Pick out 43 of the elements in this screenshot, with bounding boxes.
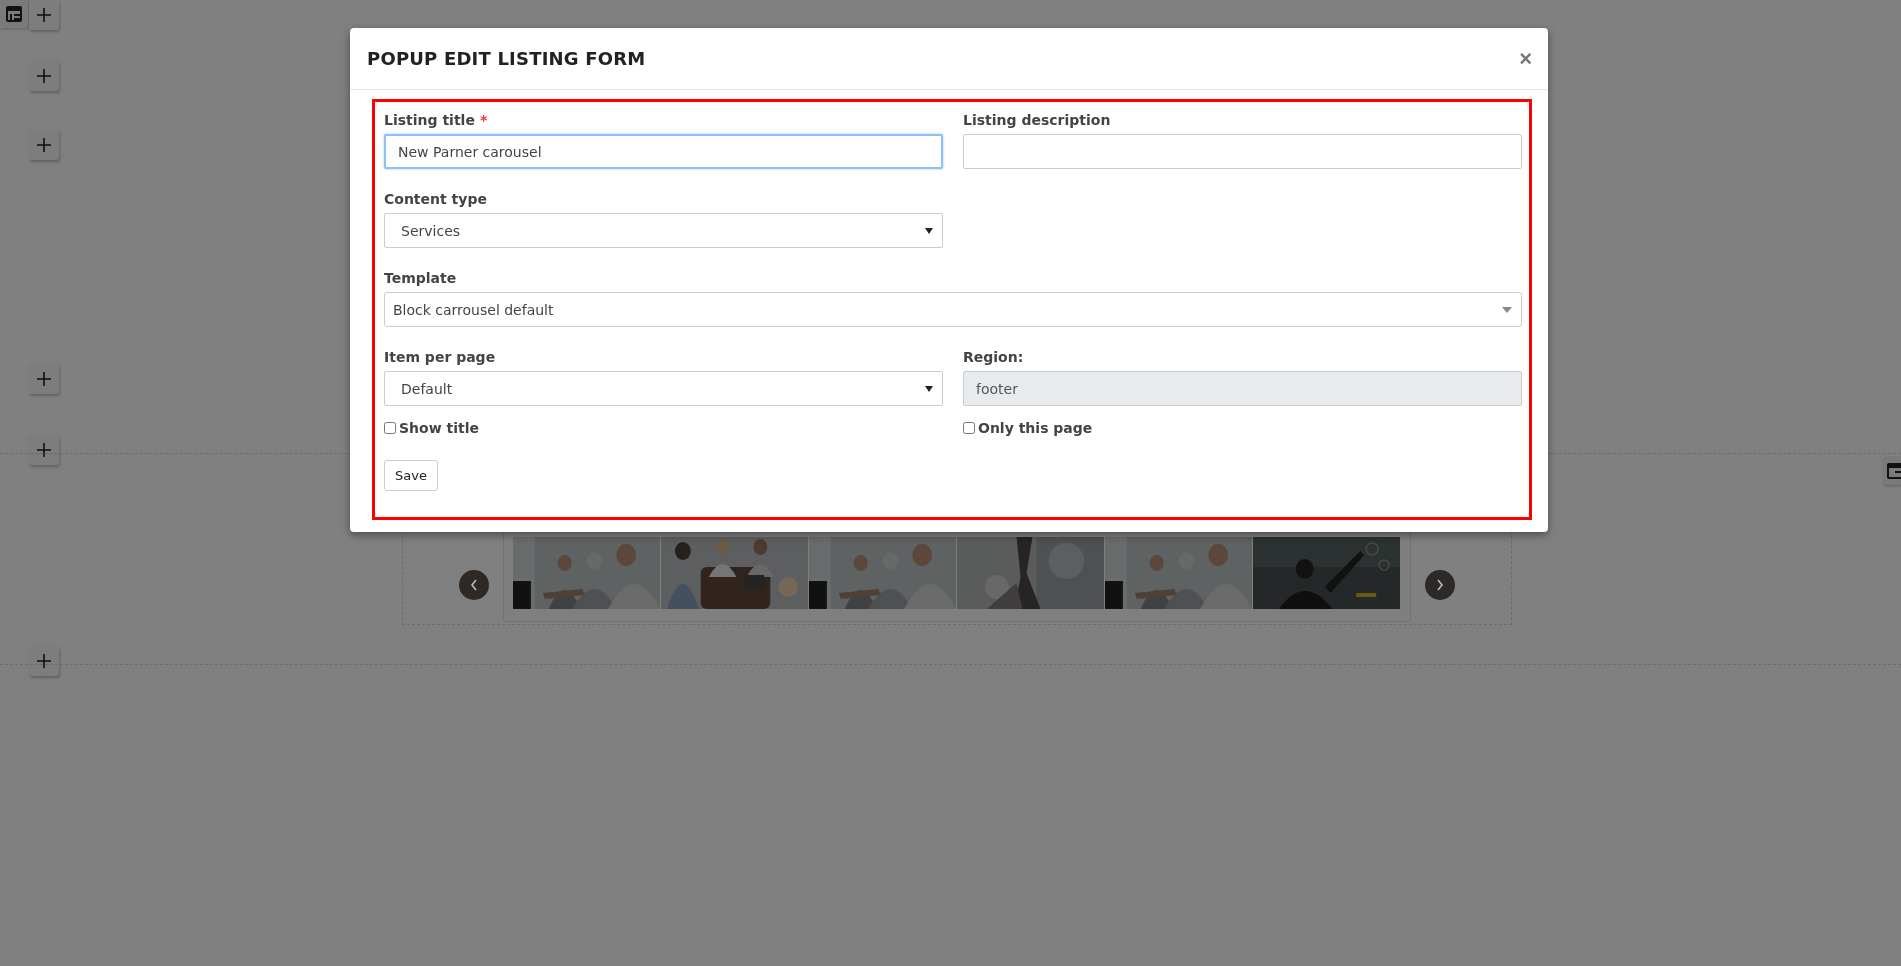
dropdown[interactable]: Default xyxy=(384,371,943,406)
add-button[interactable] xyxy=(29,0,59,30)
dropdown[interactable]: Services xyxy=(384,213,943,248)
caret-icon xyxy=(925,385,933,392)
plus-icon xyxy=(37,372,51,386)
input-field: footer xyxy=(963,371,1522,406)
caret-icon xyxy=(1502,306,1512,313)
checkbox[interactable] xyxy=(384,422,396,434)
close-button[interactable]: × xyxy=(1519,47,1532,70)
add-button[interactable] xyxy=(29,130,59,160)
field-label: Listing title xyxy=(384,112,475,128)
layout-button[interactable] xyxy=(0,0,28,28)
add-button[interactable] xyxy=(29,364,59,394)
input-field[interactable] xyxy=(963,134,1522,169)
field-label: Template xyxy=(384,270,457,286)
add-button[interactable] xyxy=(29,61,59,91)
input-field[interactable]: New Parner carousel xyxy=(384,134,943,169)
field-label: Content type xyxy=(384,191,487,207)
save-button[interactable]: Save xyxy=(384,460,438,491)
plus-icon xyxy=(37,138,51,152)
plus-icon xyxy=(37,8,51,22)
previous-button[interactable] xyxy=(459,570,489,600)
layout-icon xyxy=(6,6,22,22)
add-button[interactable] xyxy=(29,646,59,676)
field-label: Region: xyxy=(963,349,1024,365)
plus-icon xyxy=(37,443,51,457)
next-button[interactable] xyxy=(1425,570,1455,600)
required-mark: * xyxy=(479,112,488,128)
layout-icon xyxy=(1887,463,1901,479)
checkbox[interactable] xyxy=(963,422,975,434)
chevron-left-icon xyxy=(470,579,478,591)
layout-button[interactable] xyxy=(1883,457,1901,485)
dropdown[interactable]: Block carrousel default xyxy=(384,292,1522,327)
checkbox-label: Only this page xyxy=(978,420,1093,436)
caret-icon xyxy=(925,227,933,234)
add-button[interactable] xyxy=(29,435,59,465)
field-label: Item per page xyxy=(384,349,496,365)
chevron-right-icon xyxy=(1436,579,1444,591)
plus-icon xyxy=(37,654,51,668)
dialog-title: POPUP EDIT LISTING FORM xyxy=(367,48,646,69)
field-label: Listing description xyxy=(963,112,1111,128)
checkbox-label: Show title xyxy=(399,420,479,436)
plus-icon xyxy=(37,69,51,83)
